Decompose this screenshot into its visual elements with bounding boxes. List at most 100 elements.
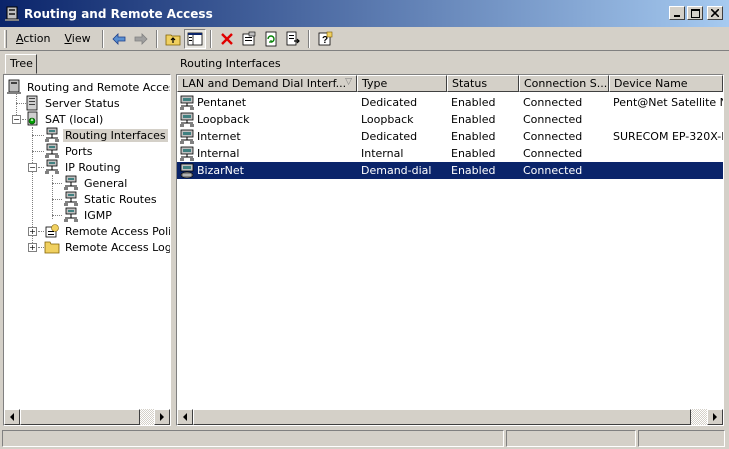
table-row[interactable]: Internet Dedicated Enabled Connected SUR…: [177, 128, 723, 145]
menu-view-label: View: [64, 32, 91, 45]
scroll-track[interactable]: [140, 409, 154, 425]
network-icon: [64, 191, 78, 206]
forward-arrow-icon: [134, 32, 148, 45]
show-hide-tree-icon: [187, 32, 202, 45]
delete-button[interactable]: [216, 29, 238, 49]
maximize-button[interactable]: [687, 6, 703, 20]
expander-ip-routing[interactable]: −: [28, 163, 37, 172]
tree-item-ip-routing[interactable]: IP Routing: [44, 159, 123, 175]
table-row-selected[interactable]: BizarNet Demand-dial Enabled Connected: [177, 162, 723, 179]
expander-remote-access-logging[interactable]: +: [28, 243, 37, 252]
sort-arrow-icon: ▽: [345, 77, 352, 87]
column-header-connection-state[interactable]: Connection S...: [519, 75, 609, 92]
tree-tabbar: Tree: [3, 54, 171, 74]
demand-dial-icon: [180, 163, 194, 178]
tree-connector: [52, 199, 62, 200]
close-button[interactable]: [707, 6, 723, 20]
network-icon: [64, 175, 78, 190]
scroll-thumb[interactable]: [20, 409, 140, 425]
toolbar-grip[interactable]: [4, 29, 7, 48]
tree-item-label: Routing Interfaces: [63, 128, 168, 142]
tree-horizontal-scrollbar[interactable]: [4, 409, 170, 425]
tree-item-label: General: [84, 176, 128, 190]
interface-status: Enabled: [451, 147, 496, 160]
interface-status: Enabled: [451, 164, 496, 177]
scroll-right-button[interactable]: [154, 409, 170, 425]
scroll-right-button[interactable]: [707, 409, 723, 425]
close-icon: [711, 9, 719, 17]
interface-device-name: SURECOM EP-320X-R 1: [613, 130, 723, 143]
status-panel-2: [506, 430, 636, 447]
forward-button[interactable]: [130, 29, 152, 49]
tree-pane[interactable]: − − + + Routing and Remote Access Server…: [3, 74, 171, 426]
list-horizontal-scrollbar[interactable]: [177, 409, 723, 425]
export-list-button[interactable]: [282, 29, 304, 49]
tree-item-general[interactable]: General: [63, 175, 129, 191]
table-row[interactable]: Pentanet Dedicated Enabled Connected Pen…: [177, 94, 723, 111]
interface-type: Dedicated: [361, 96, 418, 109]
column-header-type[interactable]: Type: [357, 75, 447, 92]
network-icon: [45, 143, 59, 158]
tree-item-remote-access-logging[interactable]: Remote Access Loggir: [44, 239, 170, 255]
interface-icon: [180, 95, 194, 110]
tree-item-ports[interactable]: Ports: [44, 143, 95, 159]
tree-item-routing-and-remote-access[interactable]: Routing and Remote Access: [6, 79, 170, 95]
server-icon: [27, 111, 38, 126]
interface-status: Enabled: [451, 130, 496, 143]
back-button[interactable]: [108, 29, 130, 49]
properties-icon: [242, 31, 255, 45]
scroll-right-icon: [713, 413, 717, 421]
properties-button[interactable]: [238, 29, 260, 49]
show-hide-tree-button[interactable]: [183, 28, 206, 49]
scroll-thumb[interactable]: [193, 409, 691, 425]
network-icon: [45, 127, 59, 142]
tree-item-sat-local[interactable]: SAT (local): [24, 111, 105, 127]
scroll-left-icon: [10, 413, 14, 421]
title-bar[interactable]: Routing and Remote Access: [0, 0, 729, 27]
column-header-device-name[interactable]: Device Name: [609, 75, 723, 92]
column-header-name[interactable]: LAN and Demand Dial Interf... ▽: [177, 75, 357, 92]
tree-connector: [52, 175, 53, 219]
menu-action[interactable]: Action: [9, 30, 57, 47]
status-panel-main: [2, 430, 504, 447]
tree-connector: [32, 151, 44, 152]
result-list[interactable]: LAN and Demand Dial Interf... ▽ Type Stat…: [176, 74, 724, 426]
maximize-icon: [690, 8, 700, 18]
tree-item-remote-access-policies[interactable]: Remote Access Policie: [44, 223, 170, 239]
table-row[interactable]: Internal Internal Enabled Connected: [177, 145, 723, 162]
up-level-button[interactable]: [162, 29, 184, 49]
tree-item-label: IP Routing: [65, 160, 121, 174]
tree-item-server-status[interactable]: Server Status: [24, 95, 122, 111]
tree-item-routing-interfaces[interactable]: Routing Interfaces: [44, 127, 168, 143]
interface-connection-state: Connected: [523, 96, 583, 109]
interface-type: Demand-dial: [361, 164, 432, 177]
help-button[interactable]: ?: [314, 29, 336, 49]
rras-server-icon: [5, 6, 19, 21]
interface-connection-state: Connected: [523, 113, 583, 126]
expander-sat[interactable]: −: [12, 115, 21, 124]
tree-item-label: Server Status: [45, 96, 120, 110]
server-status-icon: [26, 95, 38, 111]
column-header-status[interactable]: Status: [447, 75, 519, 92]
column-header-label: Device Name: [614, 77, 688, 90]
scroll-track[interactable]: [691, 409, 707, 425]
scroll-left-button[interactable]: [177, 409, 193, 425]
tree-item-igmp[interactable]: IGMP: [63, 207, 114, 223]
interface-icon: [180, 146, 194, 161]
table-row[interactable]: Loopback Loopback Enabled Connected: [177, 111, 723, 128]
scroll-left-button[interactable]: [4, 409, 20, 425]
minimize-icon: [674, 15, 680, 17]
tab-tree[interactable]: Tree: [5, 54, 37, 74]
menu-view[interactable]: View: [57, 30, 97, 47]
interface-type: Loopback: [361, 113, 414, 126]
tree-item-static-routes[interactable]: Static Routes: [63, 191, 159, 207]
network-icon: [64, 207, 78, 222]
interface-connection-state: Connected: [523, 147, 583, 160]
rras-icon: [7, 79, 21, 94]
refresh-button[interactable]: [260, 29, 282, 49]
tree-item-label: SAT (local): [45, 112, 104, 126]
expander-remote-access-policies[interactable]: +: [28, 227, 37, 236]
toolbar-separator: [307, 29, 310, 48]
minimize-button[interactable]: [669, 6, 685, 20]
tree-item-label: IGMP: [84, 208, 112, 222]
